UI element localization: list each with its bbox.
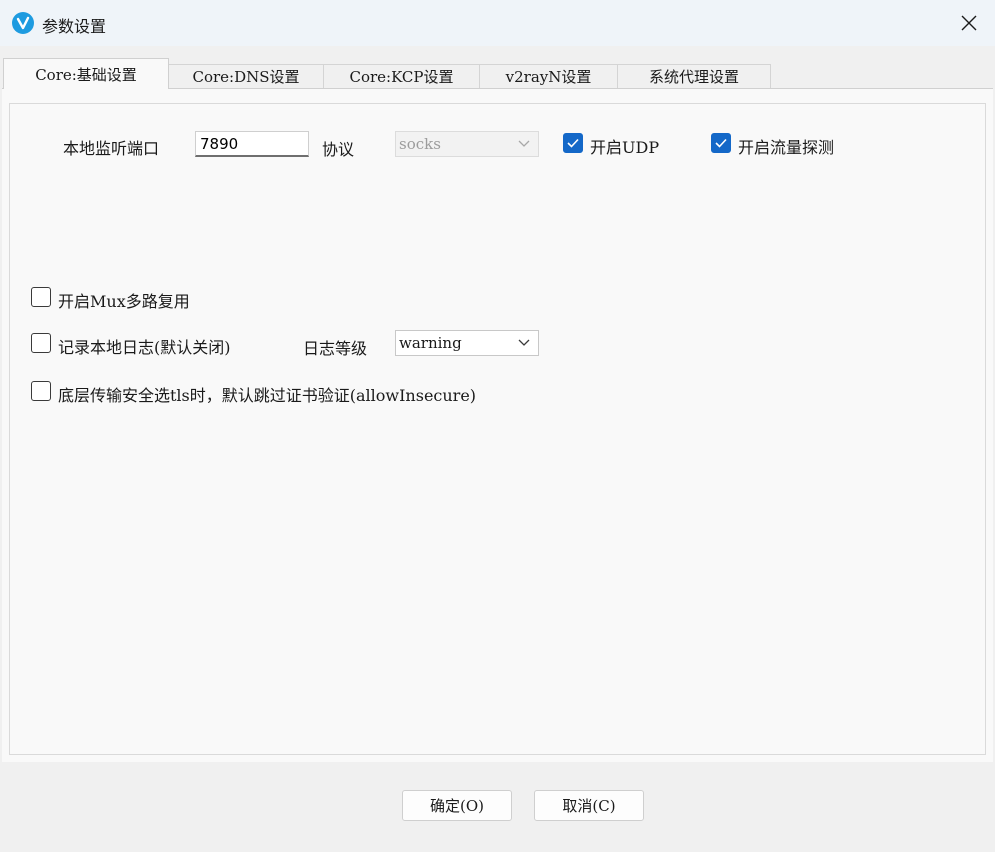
mux-checkbox[interactable] — [31, 287, 51, 307]
tab-strip: Core:基础设置 Core:DNS设置 Core:KCP设置 v2rayN设置… — [0, 46, 995, 89]
enable-udp-label[interactable]: 开启UDP — [590, 134, 659, 158]
enable-sniffing-label[interactable]: 开启流量探测 — [738, 134, 834, 158]
protocol-select[interactable]: socks — [395, 131, 539, 157]
log-level-value: warning — [399, 334, 462, 352]
tab-v2rayn-settings[interactable]: v2rayN设置 — [479, 64, 618, 88]
protocol-label: 协议 — [322, 140, 355, 159]
allow-insecure-checkbox[interactable] — [31, 381, 51, 401]
ok-button[interactable]: 确定(O) — [402, 790, 512, 821]
mux-label[interactable]: 开启Mux多路复用 — [58, 288, 190, 312]
chevron-down-icon — [518, 140, 530, 147]
close-button[interactable] — [943, 0, 995, 46]
title-bar: 参数设置 — [0, 0, 995, 46]
tab-core-basic[interactable]: Core:基础设置 — [3, 58, 169, 89]
log-level-select[interactable]: warning — [395, 330, 539, 356]
protocol-value: socks — [399, 135, 441, 153]
allow-insecure-label[interactable]: 底层传输安全选tls时，默认跳过证书验证(allowInsecure) — [58, 382, 476, 406]
window-title: 参数设置 — [42, 17, 107, 36]
chevron-down-icon — [518, 339, 530, 346]
log-level-label: 日志等级 — [303, 339, 368, 358]
local-log-label[interactable]: 记录本地日志(默认关闭) — [58, 334, 231, 358]
enable-udp-checkbox[interactable] — [563, 133, 583, 153]
tab-core-dns[interactable]: Core:DNS设置 — [168, 64, 324, 88]
cancel-button[interactable]: 取消(C) — [534, 790, 644, 821]
tab-system-proxy[interactable]: 系统代理设置 — [617, 64, 771, 88]
local-log-checkbox[interactable] — [31, 333, 51, 353]
check-icon — [715, 138, 727, 148]
enable-sniffing-checkbox[interactable] — [711, 133, 731, 153]
local-port-input[interactable]: 7890 — [195, 131, 309, 157]
check-icon — [567, 138, 579, 148]
close-icon[interactable] — [961, 15, 977, 31]
settings-group-box — [9, 103, 986, 755]
local-port-label: 本地监听端口 — [63, 139, 160, 158]
tab-core-kcp[interactable]: Core:KCP设置 — [323, 64, 480, 88]
v2rayn-logo-icon — [12, 12, 34, 34]
